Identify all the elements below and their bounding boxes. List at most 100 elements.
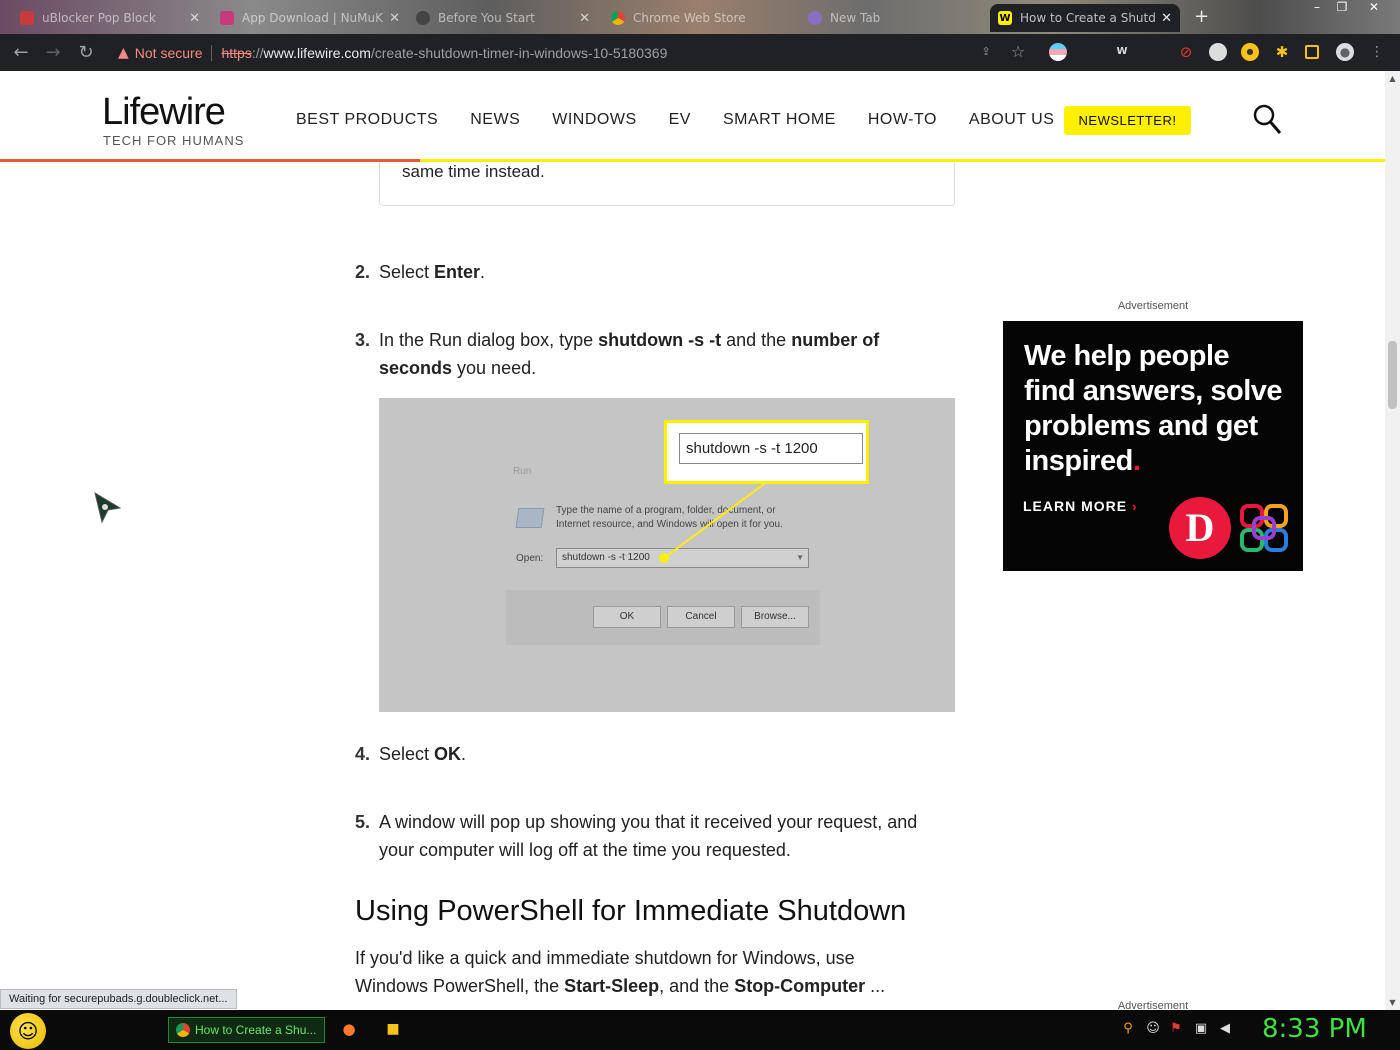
loading-status: Waiting for securepubads.g.doubleclick.n… (0, 989, 237, 1009)
firefox-icon[interactable]: ● (341, 1021, 357, 1037)
minimize-icon[interactable]: – (1305, 0, 1329, 16)
para-bold: Start-Sleep (564, 976, 660, 996)
window-close-icon[interactable]: ✕ (1362, 0, 1386, 16)
site-tagline: TECH FOR HUMANS (103, 133, 245, 148)
url-separator: :// (251, 44, 264, 61)
divider (211, 44, 213, 61)
network-icon[interactable]: ▣ (1193, 1021, 1209, 1037)
site-logo[interactable]: Lifewire (102, 91, 226, 134)
step-text: Select (379, 262, 435, 282)
ad-banner[interactable]: We help people find answers, solve probl… (1003, 321, 1303, 571)
folder-icon[interactable]: ■ (385, 1021, 401, 1037)
start-button-smiley-icon[interactable]: ☺ (10, 1013, 46, 1049)
kebab-menu-icon[interactable]: ⋮ (1368, 43, 1386, 61)
callout-text: same time instead. (402, 162, 545, 181)
scrollbar-thumb[interactable] (1388, 341, 1397, 409)
extension-icon[interactable]: W (1113, 43, 1131, 61)
dotdash-logo-icon: D (1169, 497, 1231, 559)
back-icon[interactable]: ← (8, 40, 34, 66)
ad-headline: We help people find answers, solve probl… (1024, 339, 1284, 479)
step-number: 4. (355, 744, 371, 764)
tab-title: Chrome Web Store (633, 11, 746, 25)
step-number: 5. (355, 812, 371, 832)
tab-favicon (20, 11, 34, 25)
browser-tab[interactable]: New Tab (800, 4, 988, 32)
browser-tab[interactable]: uBlocker Pop Block ✕ (12, 4, 208, 32)
security-status[interactable]: Not secure (135, 45, 203, 61)
browser-tab[interactable]: Chrome Web Store (603, 4, 799, 32)
scroll-down-icon[interactable]: ▼ (1385, 995, 1400, 1010)
knot-logo-icon (1240, 504, 1288, 552)
reload-icon[interactable]: ↻ (73, 40, 99, 66)
nav-smart-home[interactable]: SMART HOME (723, 111, 836, 129)
puzzle-icon[interactable]: ✱ (1273, 43, 1291, 61)
nav-ev[interactable]: EV (669, 111, 691, 129)
ad-cta-arrow: › (1132, 498, 1138, 514)
ad-headline-dot: . (1132, 445, 1141, 477)
tab-title: Before You Start (438, 11, 535, 25)
flag-icon[interactable]: ⚑ (1168, 1021, 1184, 1037)
page-scrollbar[interactable]: ▲ ▼ (1385, 71, 1400, 1010)
share-icon[interactable]: ⇪ (977, 43, 995, 61)
tab-title: App Download | NuMuKi (242, 11, 384, 25)
address-bar[interactable]: ▲ Not secure https://www.lifewire.com/cr… (108, 38, 1038, 67)
browser-toolbar: ← → ↻ ▲ Not secure https://www.lifewire.… (0, 34, 1400, 71)
step-bold: Enter (434, 262, 481, 282)
tab-title: How to Create a Shutdo (1020, 11, 1156, 25)
tab-close-icon[interactable]: ✕ (579, 11, 590, 26)
tab-close-icon[interactable]: ✕ (189, 11, 200, 26)
volume-icon[interactable]: ◀ (1217, 1021, 1233, 1037)
nav-news[interactable]: NEWS (470, 111, 520, 129)
step-bold: OK (434, 744, 462, 764)
warning-icon: ▲ (118, 44, 129, 61)
ad-headline-text: We help people find answers, solve probl… (1024, 340, 1283, 477)
profile-avatar-icon[interactable]: ● (1336, 43, 1354, 61)
list-item: 5. A window will pop up showing you that… (355, 808, 935, 864)
nav-how-to[interactable]: HOW-TO (868, 111, 937, 129)
tray-emoji-icon[interactable]: ☺ (1145, 1021, 1161, 1037)
bookmark-star-icon[interactable]: ☆ (1009, 43, 1027, 61)
taskbar-chrome-window[interactable]: How to Create a Shu... (168, 1017, 325, 1043)
step-text: In the Run dialog box, type (379, 330, 599, 350)
search-tray-icon[interactable]: ⚲ (1120, 1021, 1136, 1037)
ad-learn-more: LEARN MORE › (1023, 498, 1138, 514)
search-icon[interactable] (1252, 103, 1282, 135)
step-text: and the (721, 330, 792, 350)
extension-circle-icon[interactable] (1209, 43, 1227, 61)
new-tab-button[interactable]: + (1194, 6, 1209, 27)
browser-tab[interactable]: App Download | NuMuKi ✕ (212, 4, 408, 32)
nav-best-products[interactable]: BEST PRODUCTS (296, 111, 438, 129)
tab-favicon (808, 11, 822, 25)
forward-icon[interactable]: → (40, 40, 66, 66)
scroll-up-icon[interactable]: ▲ (1385, 71, 1400, 86)
url-host: www.lifewire.com (263, 44, 371, 61)
chrome-web-store-icon (611, 11, 625, 25)
nav-about-us[interactable]: ABOUT US (969, 111, 1055, 129)
tab-close-icon[interactable]: ✕ (389, 11, 400, 26)
extension-badge-icon[interactable]: ● (1241, 43, 1259, 61)
para-text: ... (865, 976, 886, 996)
article-page: same time instead. 2. Select Enter. 3. I… (0, 162, 1385, 1010)
chrome-icon (176, 1023, 190, 1037)
side-panel-icon[interactable] (1305, 45, 1319, 59)
browser-tab-active[interactable]: W How to Create a Shutdo ✕ (990, 4, 1180, 32)
url-scheme: https (221, 44, 252, 61)
para-bold: Stop-Computer (734, 976, 866, 996)
newsletter-button[interactable]: NEWSLETTER! (1064, 106, 1191, 135)
highlight-command: shutdown -s -t 1200 (679, 433, 863, 464)
ad-cta-text[interactable]: LEARN MORE (1023, 498, 1127, 514)
block-icon[interactable]: ⊘ (1177, 43, 1195, 61)
tab-close-icon[interactable]: ✕ (1161, 11, 1172, 26)
tab-favicon (220, 11, 234, 25)
extension-flag-icon[interactable] (1049, 43, 1067, 61)
taskbar-clock[interactable]: 8:33 PM (1262, 1014, 1367, 1044)
nav-windows[interactable]: WINDOWS (552, 111, 636, 129)
list-item: 4. Select OK. (355, 740, 935, 768)
restore-icon[interactable]: ❐ (1330, 0, 1354, 16)
step-text: Select (379, 744, 435, 764)
taskbar: ☺ How to Create a Shu... ● ■ ⚲ ☺ ⚑ ▣ ◀ 8… (0, 1010, 1400, 1050)
browser-tab[interactable]: Before You Start ✕ (408, 4, 598, 32)
url-text[interactable]: https://www.lifewire.com/create-shutdown… (221, 45, 667, 61)
taskbar-window-label: How to Create a Shu... (195, 1023, 317, 1037)
step-text: you need. (452, 358, 537, 378)
